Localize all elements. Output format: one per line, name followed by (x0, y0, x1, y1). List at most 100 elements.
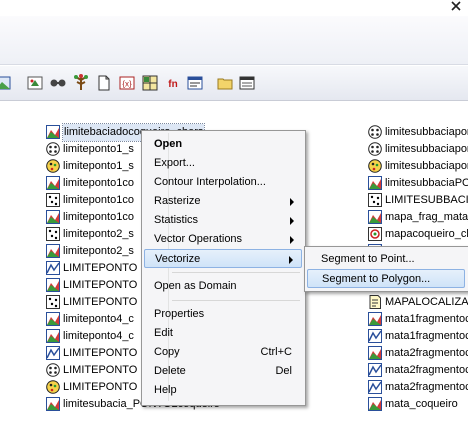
menu-label: Vector Operations (154, 233, 243, 245)
list-item-label: limiteponto1co (63, 211, 134, 223)
menu-item-segment-to-point[interactable]: Segment to Point... (307, 250, 465, 269)
menu-label: Copy (154, 346, 180, 358)
list-item-label: limiteponto4_c (63, 330, 134, 342)
map-icon[interactable] (0, 74, 12, 92)
window-icon[interactable] (238, 74, 256, 92)
menu-label: Export... (154, 157, 195, 169)
svg-text:{x}: {x} (122, 80, 132, 89)
mixed-points-icon (368, 159, 382, 173)
menu-item-vectorize[interactable]: Vectorize (144, 249, 302, 268)
list-item-label: LIMITEPONTO (63, 381, 138, 393)
grid-icon[interactable] (141, 74, 159, 92)
menu-item-delete[interactable]: Delete Del (144, 362, 302, 381)
polygon-map-icon (46, 397, 60, 411)
polygon-map-icon (46, 176, 60, 190)
vectorize-submenu: Segment to Point... Segment to Polygon..… (304, 246, 468, 292)
list-item-label: limiteponto2_s (63, 245, 134, 257)
list-item-label: LIMITEPONTO (63, 347, 138, 359)
submenu-arrow-icon (290, 236, 294, 244)
segment-map-icon (46, 261, 60, 275)
list-item-label: LIMITEPONTO (63, 279, 138, 291)
table-icon[interactable] (186, 74, 204, 92)
menu-item-open[interactable]: Open (144, 135, 302, 154)
menu-label: Delete (154, 365, 186, 377)
menu-label: Rasterize (154, 195, 201, 207)
point-map-icon (46, 193, 60, 207)
menu-label: Segment to Point... (321, 253, 415, 265)
menu-item-copy[interactable]: Copy Ctrl+C (144, 343, 302, 362)
point-map-icon (46, 295, 60, 309)
menu-label: Contour Interpolation... (154, 176, 266, 188)
mixed-points-icon (46, 159, 60, 173)
polygon-map-icon (368, 176, 382, 190)
submenu-arrow-icon (290, 217, 294, 225)
list-item-label: mapacoqueiro_cb (385, 228, 468, 240)
menu-item-open-as-domain[interactable]: Open as Domain (144, 277, 302, 296)
menu-item-vector-operations[interactable]: Vector Operations (144, 230, 302, 249)
mixed-points-icon (46, 380, 60, 394)
submenu-arrow-icon (290, 198, 294, 206)
menu-label: Statistics (154, 214, 199, 226)
menu-item-help[interactable]: Help (144, 381, 302, 400)
list-item-label: limiteponto1co (63, 177, 134, 189)
domain-table-icon (368, 295, 382, 309)
menu-strip (0, 16, 468, 65)
svg-text:fn: fn (168, 79, 177, 90)
target-map-icon (368, 227, 382, 241)
menu-item-edit[interactable]: Edit (144, 324, 302, 343)
fn-icon[interactable]: fn (164, 74, 182, 92)
polygon-map-icon (46, 278, 60, 292)
menu-item-rasterize[interactable]: Rasterize (144, 192, 302, 211)
list-item-label: mata1fragmentoc (385, 313, 468, 325)
list-item-label: limiteponto1_s (63, 160, 134, 172)
menu-separator (172, 300, 300, 301)
menu-item-statistics[interactable]: Statistics (144, 211, 302, 230)
polygon-map-icon (368, 312, 382, 326)
list-item-label: LIMITEPONTO (63, 296, 138, 308)
list-item-label: limitesubbaciaPO (385, 177, 468, 189)
polygon-map-icon (46, 125, 60, 139)
list-item-label: limiteponto1_s (63, 143, 134, 155)
polygon-map-icon (368, 397, 382, 411)
segment-map-icon (46, 346, 60, 360)
list-item-label: mata2fragmentoc (385, 381, 468, 393)
menu-item-contour-interpolation[interactable]: Contour Interpolation... (144, 173, 302, 192)
menu-item-properties[interactable]: Properties (144, 305, 302, 324)
point-map-icon (368, 193, 382, 207)
list-item-label: limiteponto4_c (63, 313, 134, 325)
close-icon[interactable] (450, 0, 462, 12)
list-item-label: mata1fragmentoc (385, 330, 468, 342)
list-item-label: mata2fragmentoc (385, 364, 468, 376)
menu-label: Open as Domain (154, 280, 237, 292)
menu-item-segment-to-polygon[interactable]: Segment to Polygon... (307, 269, 465, 288)
list-item-label: LIMITEPONTO (63, 262, 138, 274)
list-item-label: limiteponto2_s (63, 228, 134, 240)
menu-label: Segment to Polygon... (322, 273, 431, 285)
point-overlay-icon[interactable] (26, 74, 44, 92)
page-icon[interactable] (95, 74, 113, 92)
glasses-icon[interactable] (49, 74, 67, 92)
menu-label: Open (154, 138, 183, 150)
polygon-map-icon (46, 210, 60, 224)
list-header-gap (0, 101, 468, 122)
menu-shortcut: Del (275, 365, 292, 377)
menu-label: Help (154, 384, 177, 396)
tree-icon[interactable] (72, 74, 90, 92)
segment-map-icon (368, 329, 382, 343)
menu-item-export[interactable]: Export... (144, 154, 302, 173)
polygon-map-icon (46, 329, 60, 343)
submenu-arrow-icon (289, 256, 293, 264)
context-menu: Open Export... Contour Interpolation... … (141, 130, 306, 406)
list-item-label: limitesubbaciapor (385, 126, 468, 138)
list-item-label: LIMITEPONTO (63, 364, 138, 376)
toolbar: {x} fn (0, 66, 468, 101)
menu-label: Vectorize (155, 253, 201, 265)
list-item-label: limitesubbaciapor (385, 160, 468, 172)
menu-label: Properties (154, 308, 205, 320)
folder-icon[interactable] (216, 74, 234, 92)
point-map-icon (46, 227, 60, 241)
polygon-map-icon (368, 346, 382, 360)
script-icon[interactable]: {x} (118, 74, 136, 92)
list-item-label: MAPALOCALIZA (385, 296, 468, 308)
list-item-label: LIMITESUBBACIA (385, 194, 468, 206)
